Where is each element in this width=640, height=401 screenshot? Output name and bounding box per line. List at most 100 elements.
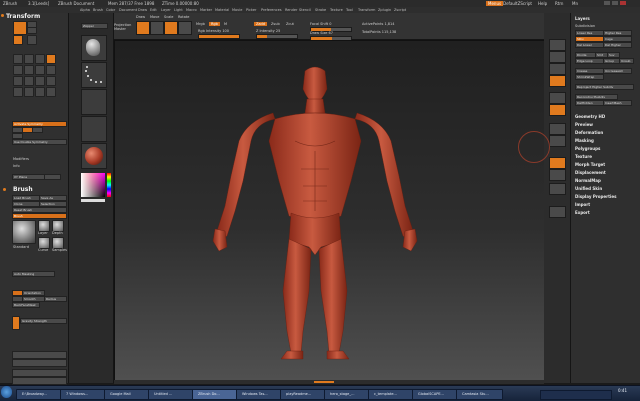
menu-transform[interactable]: Transform [358, 8, 375, 12]
rotate-button[interactable] [178, 21, 192, 35]
preview-header[interactable]: Preview [575, 122, 593, 127]
document-canvas[interactable] [114, 40, 546, 382]
reproject-higher-subdiv-button[interactable]: Reproject Higher Subdiv [575, 84, 634, 90]
xyz-button[interactable] [13, 76, 23, 86]
export-header[interactable]: Export [575, 210, 590, 215]
morph-target-header[interactable]: Morph Target [575, 162, 605, 167]
scale-mode-button[interactable] [13, 35, 23, 45]
m-button[interactable]: M [224, 22, 227, 26]
menu-movie[interactable]: Movie [232, 8, 242, 12]
menu-tool[interactable]: Tool [346, 8, 353, 12]
move-button[interactable] [150, 21, 164, 35]
edit-mode-button[interactable] [13, 21, 27, 35]
standard-brush-thumbnail[interactable] [12, 220, 36, 244]
layers-header[interactable]: Layers [575, 16, 590, 21]
menu-render[interactable]: Render [285, 8, 297, 12]
unsub-button[interactable]: Unsub [619, 58, 634, 64]
brush-option-row-4[interactable] [12, 377, 67, 385]
menu-preferences[interactable]: Preferences [261, 8, 282, 12]
task-button[interactable]: E:\Broadway... [16, 389, 63, 400]
window-maximize-icon[interactable] [612, 1, 618, 5]
return-button[interactable]: Rtrn [555, 1, 563, 6]
menu-layer[interactable]: Layer [161, 8, 171, 12]
floor-button[interactable] [549, 92, 566, 104]
task-button[interactable]: ZBrush Do... [192, 389, 239, 400]
solo-button[interactable] [24, 87, 34, 97]
texture-slot[interactable] [81, 116, 107, 142]
menu-light[interactable]: Light [174, 8, 183, 12]
local-button[interactable] [24, 54, 34, 64]
menu-draw[interactable]: Draw [138, 8, 147, 12]
frame-button[interactable] [13, 54, 23, 64]
auto-masking-button[interactable]: Auto Masking [12, 271, 55, 277]
geometry-hd-header[interactable]: Geometry HD [575, 114, 605, 119]
ghost-button[interactable] [46, 76, 56, 86]
scroll-button[interactable] [549, 39, 566, 51]
actual-button[interactable] [549, 63, 566, 75]
rotate-view-button[interactable] [549, 135, 566, 147]
stroke-slot[interactable] [81, 62, 107, 88]
task-button[interactable]: Google Mail [104, 389, 151, 400]
backface-mask-button[interactable]: BackFaceMask [12, 302, 40, 308]
brush-option-row-1[interactable] [12, 351, 67, 359]
color-picker[interactable] [81, 173, 105, 197]
xpose-button[interactable] [13, 65, 23, 75]
mrgb-button[interactable]: Mrgb [196, 22, 205, 26]
del-lower-button[interactable]: Del Lower [575, 42, 604, 48]
info-label[interactable]: Info [13, 164, 20, 168]
z-intensity-label[interactable]: Z Intensity 25 [256, 29, 280, 33]
zoom-button[interactable] [549, 51, 566, 63]
menu-macro[interactable]: Macro [186, 8, 197, 12]
aahalf-button[interactable] [46, 65, 56, 75]
actual-button[interactable] [35, 65, 45, 75]
brush-option-row-2[interactable] [12, 359, 67, 367]
menu-edit[interactable]: Edit [150, 8, 157, 12]
pivot-button[interactable] [46, 87, 56, 97]
menu-texture[interactable]: Texture [330, 8, 343, 12]
menu-material[interactable]: Material [215, 8, 229, 12]
xy-plane-button[interactable]: XY Plane [12, 174, 45, 180]
minimize-button[interactable]: Mn [572, 1, 578, 6]
symmetry-z-button[interactable] [32, 127, 43, 133]
window-close-icon[interactable] [620, 1, 626, 5]
solo-button[interactable] [549, 206, 566, 218]
task-button[interactable]: 7 Windows... [60, 389, 107, 400]
hue-slider[interactable] [107, 173, 111, 197]
task-button[interactable]: playReadme... [280, 389, 327, 400]
polygroups-header[interactable]: Polygroups [575, 146, 600, 151]
material-slot[interactable] [81, 143, 107, 169]
alpha-slot[interactable] [81, 89, 107, 115]
local-button[interactable] [549, 104, 566, 116]
menu-marker[interactable]: Marker [200, 8, 212, 12]
rgb-intensity-label[interactable]: Rgb Intensity 100 [198, 29, 229, 33]
draw-button[interactable] [136, 21, 150, 35]
transp-button[interactable] [35, 76, 45, 86]
task-button[interactable]: GlobalSCAPE... [412, 389, 459, 400]
task-button[interactable]: Windows Tas... [236, 389, 283, 400]
task-button[interactable]: hero_stage_... [324, 389, 371, 400]
insert-mesh-button[interactable]: InsertMesh [603, 100, 632, 106]
window-restore-icon[interactable] [604, 1, 610, 5]
default-zscript-button[interactable]: DefaultZScript [503, 1, 532, 6]
masking-header[interactable]: Masking [575, 138, 594, 143]
menu-brush[interactable]: Brush [93, 8, 103, 12]
brush-header[interactable]: Brush [13, 186, 33, 193]
use-double-symmetry-button[interactable]: Use Double Symmetry [12, 139, 67, 145]
rgb-intensity-slider[interactable] [198, 34, 240, 39]
lasso-button[interactable] [35, 87, 45, 97]
task-button[interactable]: Untitled ... [148, 389, 195, 400]
gravity-icon[interactable] [12, 316, 20, 330]
brush-name-slider[interactable]: Brush [12, 213, 67, 219]
normal-map-header[interactable]: NormalMap [575, 178, 601, 183]
zapper-button[interactable]: ZApper [81, 23, 108, 29]
menu-stencil[interactable]: Stencil [299, 8, 311, 12]
perspective-button[interactable] [35, 54, 45, 64]
menu-color[interactable]: Color [106, 8, 115, 12]
start-button[interactable] [1, 386, 12, 398]
edge-loop-button[interactable]: Edge Loop [575, 58, 604, 64]
modifiers-label[interactable]: Modifiers [13, 157, 29, 161]
menu-picker[interactable]: Picker [246, 8, 256, 12]
zoom-button[interactable] [24, 65, 34, 75]
menu-stroke[interactable]: Stroke [315, 8, 326, 12]
menus-button[interactable]: Menus [486, 1, 504, 6]
